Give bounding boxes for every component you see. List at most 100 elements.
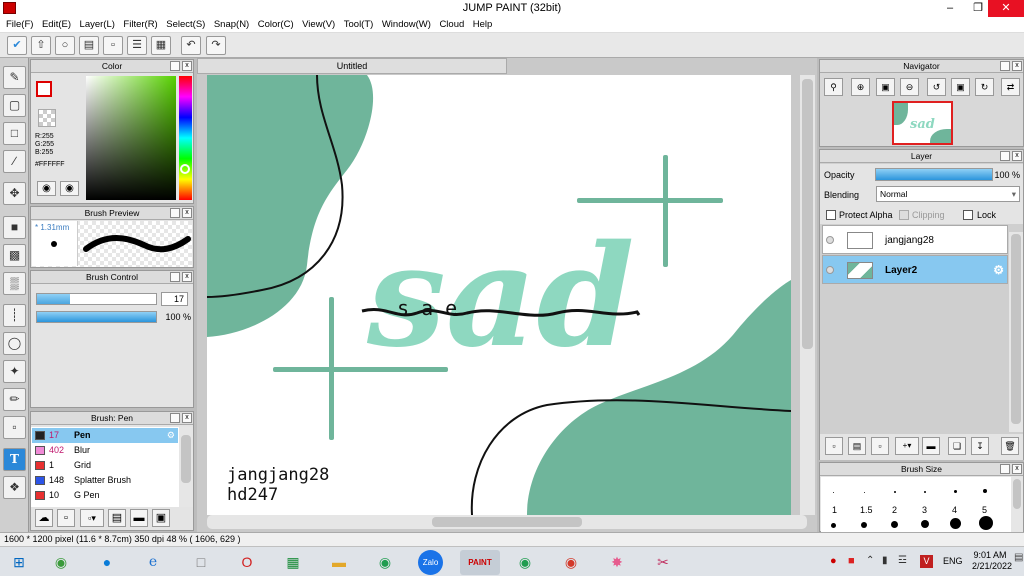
size-dot[interactable] — [983, 489, 987, 493]
panel-float-icon[interactable] — [1000, 151, 1010, 161]
size-dot[interactable] — [950, 518, 961, 529]
panel-close-icon[interactable]: x — [1012, 151, 1022, 161]
add-layer-menu-icon[interactable]: +▾ — [895, 437, 919, 455]
lock-checkbox[interactable] — [963, 210, 973, 220]
brush-opacity-slider[interactable] — [36, 311, 157, 323]
zoom-fit-icon[interactable]: ⚲ — [824, 78, 843, 96]
gear-icon[interactable]: ⚙ — [167, 428, 175, 443]
tray-icon[interactable]: ● — [830, 555, 837, 567]
hue-slider[interactable] — [179, 76, 192, 200]
color-picker-area[interactable] — [86, 76, 176, 200]
panel-close-icon[interactable]: x — [182, 208, 192, 218]
size-dot[interactable] — [924, 491, 926, 493]
chrome-profile-icon-2[interactable]: ◉ — [556, 550, 586, 575]
add-brush-menu-icon[interactable]: ▫▾ — [80, 509, 104, 527]
app-icon-green[interactable]: ◉ — [46, 550, 76, 575]
select-eraser-tool-icon[interactable]: ▫ — [3, 416, 26, 439]
zoom-out-icon[interactable]: ⊖ — [900, 78, 919, 96]
snipping-tool-icon[interactable]: ✂ — [648, 550, 678, 575]
canvas-horizontal-scrollbar[interactable] — [207, 515, 807, 529]
protect-alpha-checkbox[interactable] — [826, 210, 836, 220]
lasso-tool-icon[interactable]: ◯ — [3, 332, 26, 355]
size-dot[interactable] — [891, 521, 898, 528]
fit-window-icon[interactable]: ▣ — [876, 78, 895, 96]
size-dot[interactable] — [894, 491, 896, 493]
menu-view[interactable]: View(V) — [302, 17, 335, 33]
copy-brush-icon[interactable]: ▤ — [108, 509, 126, 527]
battery-icon[interactable]: ▮ — [882, 555, 888, 566]
magic-wand-tool-icon[interactable]: ✦ — [3, 360, 26, 383]
size-dot[interactable] — [864, 492, 865, 493]
document-icon[interactable]: ▫ — [103, 36, 123, 55]
menu-filter[interactable]: Filter(R) — [123, 17, 157, 33]
opera-icon[interactable]: O — [232, 550, 262, 575]
internet-explorer-icon[interactable]: e — [138, 550, 168, 575]
gradient-tool-icon[interactable]: ▒ — [3, 272, 26, 295]
panel-float-icon[interactable] — [1000, 464, 1010, 474]
scroll-thumb[interactable] — [432, 517, 582, 527]
menu-layer[interactable]: Layer(L) — [80, 17, 115, 33]
foreground-color-swatch[interactable] — [36, 81, 52, 97]
size-dot[interactable] — [831, 523, 836, 528]
list-icon[interactable]: ☰ — [127, 36, 147, 55]
new-brush-icon[interactable]: ▫ — [57, 509, 75, 527]
windows-start-icon[interactable]: ⊞ — [4, 550, 34, 575]
document-tab[interactable]: Untitled — [197, 58, 507, 74]
tray-icon[interactable]: ■ — [848, 555, 855, 567]
brush-download-icon[interactable]: ☁ — [35, 509, 53, 527]
clipping-checkbox[interactable] — [899, 210, 909, 220]
size-dot[interactable] — [833, 492, 834, 493]
merge-layer-icon[interactable]: ↧ — [971, 437, 989, 455]
canvas-vertical-scrollbar[interactable] — [800, 75, 815, 515]
layer-visibility-icon[interactable] — [826, 266, 834, 274]
brush-size-value[interactable]: 17 — [161, 292, 188, 306]
panel-float-icon[interactable] — [170, 208, 180, 218]
minimize-button[interactable]: – — [936, 0, 964, 17]
new-layer-icon[interactable]: ▫ — [825, 437, 843, 455]
menu-help[interactable]: Help — [473, 17, 493, 33]
panel-close-icon[interactable]: x — [1012, 464, 1022, 474]
brush-settings-icon[interactable]: ▣ — [152, 509, 170, 527]
size-dot[interactable] — [921, 520, 929, 528]
menu-cloud[interactable]: Cloud — [439, 17, 464, 33]
panel-float-icon[interactable] — [1000, 61, 1010, 71]
chevron-up-icon[interactable]: ⌃ — [866, 555, 874, 566]
size-dot[interactable] — [861, 522, 867, 528]
panel-close-icon[interactable]: x — [182, 272, 192, 282]
layer-visibility-icon[interactable] — [826, 236, 834, 244]
navigator-thumbnail[interactable]: sad — [892, 101, 953, 145]
fill-rect-tool-icon[interactable]: ■ — [3, 216, 26, 239]
text-tool-icon[interactable]: T — [3, 448, 26, 471]
message-icon[interactable]: ▤ — [79, 36, 99, 55]
canvas[interactable]: sad s a e jangjang28 hd247 — [207, 75, 791, 515]
language-indicator[interactable]: ENG — [943, 556, 963, 566]
menu-select[interactable]: Select(S) — [166, 17, 205, 33]
chrome-icon[interactable]: ◉ — [370, 550, 400, 575]
clock[interactable]: 9:01 AM 2/21/2022 — [972, 550, 1012, 572]
menu-edit[interactable]: Edit(E) — [42, 17, 71, 33]
menu-color[interactable]: Color(C) — [258, 17, 294, 33]
panel-close-icon[interactable]: x — [182, 413, 192, 423]
brush-size-slider[interactable] — [36, 293, 157, 305]
brush-item-grid[interactable]: 1 Grid — [32, 458, 178, 473]
zoom-in-icon[interactable]: ⊕ — [851, 78, 870, 96]
share-icon[interactable]: ⇧ — [31, 36, 51, 55]
blending-select[interactable]: Normal ▾ — [876, 186, 1020, 202]
menu-window[interactable]: Window(W) — [382, 17, 431, 33]
vpn-icon[interactable]: V — [920, 555, 933, 568]
scroll-thumb[interactable] — [1011, 234, 1021, 424]
notification-icon[interactable]: ▤ — [1014, 552, 1023, 563]
scroll-thumb[interactable] — [181, 435, 191, 483]
line-tool-icon[interactable]: ∕ — [3, 150, 26, 173]
eraser-tool-icon[interactable]: ▢ — [3, 94, 26, 117]
rotate-right-icon[interactable]: ↻ — [975, 78, 994, 96]
file-icon[interactable]: □ — [186, 550, 216, 575]
layer-folder-icon[interactable]: ▬ — [922, 437, 940, 455]
grid-icon[interactable]: ▦ — [151, 36, 171, 55]
close-button[interactable]: ✕ — [988, 0, 1024, 17]
brush-item-gpen[interactable]: 10 G Pen — [32, 488, 178, 503]
rotate-left-icon[interactable]: ↺ — [927, 78, 946, 96]
new-8bit-layer-icon[interactable]: ▫ — [871, 437, 889, 455]
brush-item-blur[interactable]: 402 Blur — [32, 443, 178, 458]
panel-float-icon[interactable] — [170, 413, 180, 423]
